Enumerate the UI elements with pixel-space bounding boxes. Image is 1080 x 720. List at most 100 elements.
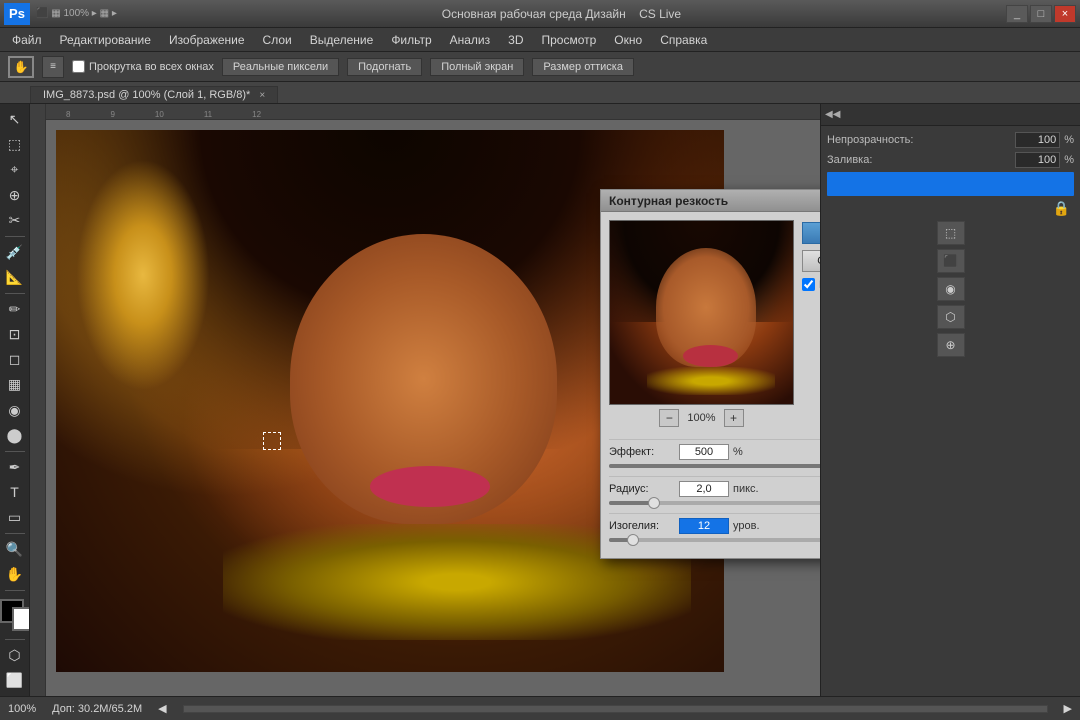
radius-slider-track[interactable] <box>609 501 820 505</box>
quick-mask-tool[interactable]: ⬡ <box>2 644 28 667</box>
menu-help[interactable]: Справка <box>652 31 715 49</box>
workspace-label: Основная рабочая среда Дизайн <box>442 7 626 21</box>
dialog-preview-section: − 100% + <box>609 220 794 427</box>
eraser-tool[interactable]: ◻ <box>2 348 28 371</box>
doc-info: Доп: 30.2М/65.2М <box>52 703 142 715</box>
izogelia-input[interactable] <box>679 518 729 534</box>
maximize-button[interactable]: □ <box>1030 5 1052 23</box>
panel-collapse-icon[interactable]: ◀◀ <box>825 109 840 120</box>
menu-view[interactable]: Просмотр <box>533 31 604 49</box>
shape-tool[interactable]: ▭ <box>2 506 28 529</box>
title-bar-right[interactable]: _ □ × <box>1006 5 1076 23</box>
document-tab[interactable]: IMG_8873.psd @ 100% (Слой 1, RGB/8)* × <box>30 86 278 103</box>
preview-checkbox-area[interactable]: Просмотр <box>802 278 820 291</box>
hand-tool[interactable]: ✋ <box>2 563 28 586</box>
effect-input[interactable] <box>679 444 729 460</box>
stamp-tool[interactable]: ⊡ <box>2 323 28 346</box>
fit-button[interactable]: Подогнать <box>347 58 422 76</box>
effect-label-row: Эффект: % <box>609 444 820 460</box>
move-tool[interactable]: ↖ <box>2 108 28 131</box>
preview-checkbox-input[interactable] <box>802 278 815 291</box>
mask-button[interactable]: ⬡ <box>937 305 965 329</box>
menu-file[interactable]: Файл <box>4 31 50 49</box>
close-button[interactable]: × <box>1054 5 1076 23</box>
print-size-button[interactable]: Размер оттиска <box>532 58 634 76</box>
brush-tool[interactable]: ✏ <box>2 298 28 321</box>
lasso-tool[interactable]: ⌖ <box>2 158 28 181</box>
tool-options-icon[interactable]: ≡ <box>42 56 64 78</box>
menu-bar: Файл Редактирование Изображение Слои Выд… <box>0 28 1080 52</box>
text-tool[interactable]: T <box>2 481 28 504</box>
panel-content: Непрозрачность: % Заливка: % 🔒 <box>821 126 1080 696</box>
lock-icon[interactable]: 🔒 <box>1053 200 1070 217</box>
ruler-tick-2: 9 <box>110 110 114 119</box>
cancel-button[interactable]: Отмена <box>802 250 820 272</box>
background-color[interactable] <box>12 607 30 631</box>
radius-slider-thumb[interactable] <box>648 497 660 509</box>
scroll-left-btn[interactable]: ◀ <box>158 702 166 715</box>
radius-input[interactable] <box>679 481 729 497</box>
tool-separator-5 <box>5 590 25 591</box>
crop-tool[interactable]: ✂ <box>2 209 28 232</box>
ruler-tick-3: 10 <box>155 110 164 119</box>
minimize-button[interactable]: _ <box>1006 5 1028 23</box>
ok-button[interactable]: OK <box>802 222 820 244</box>
izogelia-label: Изогелия: <box>609 520 679 532</box>
pen-tool[interactable]: ✒ <box>2 456 28 479</box>
duplicate-layer-button[interactable]: ⬛ <box>937 249 965 273</box>
screen-mode-tool[interactable]: ⬜ <box>2 669 28 692</box>
scroll-all-windows-label[interactable]: Прокрутка во всех окнах <box>72 60 214 73</box>
foreground-background-colors[interactable] <box>0 599 30 631</box>
effect-slider-track[interactable] <box>609 464 820 468</box>
tab-close-button[interactable]: × <box>259 90 265 101</box>
dodge-tool[interactable]: ⬤ <box>2 424 28 447</box>
tab-bar: IMG_8873.psd @ 100% (Слой 1, RGB/8)* × <box>0 82 1080 104</box>
preview-lips <box>683 345 738 367</box>
marquee-tool[interactable]: ⬚ <box>2 133 28 156</box>
menu-filter[interactable]: Фильтр <box>383 31 439 49</box>
adjustment-button[interactable]: ⊕ <box>937 333 965 357</box>
hand-tool-icon[interactable]: ✋ <box>8 56 34 78</box>
scroll-right-btn[interactable]: ▶ <box>1064 702 1072 715</box>
menu-select[interactable]: Выделение <box>302 31 382 49</box>
zoom-in-button[interactable]: + <box>724 409 744 427</box>
ruler-tick-4: 11 <box>204 110 212 119</box>
opacity-input[interactable] <box>1015 132 1060 148</box>
izogelia-label-row: Изогелия: уров. <box>609 518 820 534</box>
effect-slider-row: Эффект: % <box>609 444 820 468</box>
fill-label: Заливка: <box>827 154 872 166</box>
quick-select-tool[interactable]: ⊕ <box>2 183 28 206</box>
tool-separator-3 <box>5 451 25 452</box>
dialog-sliders-section: Эффект: % Радиус: <box>601 439 820 558</box>
effects-button[interactable]: ◉ <box>937 277 965 301</box>
scroll-all-windows-checkbox[interactable] <box>72 60 85 73</box>
tool-separator-1 <box>5 236 25 237</box>
blur-tool[interactable]: ◉ <box>2 398 28 421</box>
izogelia-slider-track[interactable] <box>609 538 820 542</box>
layer-bar[interactable] <box>827 172 1074 196</box>
menu-layers[interactable]: Слои <box>255 31 300 49</box>
ps-logo: Ps <box>4 3 30 25</box>
eyedropper-tool[interactable]: 💉 <box>2 241 28 264</box>
scroll-bar[interactable] <box>183 705 1048 713</box>
menu-image[interactable]: Изображение <box>161 31 253 49</box>
radius-label-row: Радиус: пикс. <box>609 481 820 497</box>
ruler-tool[interactable]: 📐 <box>2 266 28 289</box>
actual-pixels-button[interactable]: Реальные пиксели <box>222 58 339 76</box>
opacity-percent: % <box>1064 134 1074 146</box>
menu-analysis[interactable]: Анализ <box>442 31 499 49</box>
menu-window[interactable]: Окно <box>606 31 650 49</box>
preview-jewelry <box>647 367 775 394</box>
menu-3d[interactable]: 3D <box>500 31 531 49</box>
fill-input[interactable] <box>1015 152 1060 168</box>
layers-button[interactable]: ⬚ <box>937 221 965 245</box>
fill-screen-button[interactable]: Полный экран <box>430 58 524 76</box>
unsharp-mask-dialog[interactable]: Контурная резкость × <box>600 189 820 559</box>
panel-tabs: ◀◀ <box>821 104 1080 126</box>
zoom-out-button[interactable]: − <box>659 409 679 427</box>
zoom-tool[interactable]: 🔍 <box>2 538 28 561</box>
gradient-tool[interactable]: ▦ <box>2 373 28 396</box>
izogelia-slider-thumb[interactable] <box>627 534 639 546</box>
menu-edit[interactable]: Редактирование <box>52 31 159 49</box>
tool-separator-6 <box>5 639 25 640</box>
